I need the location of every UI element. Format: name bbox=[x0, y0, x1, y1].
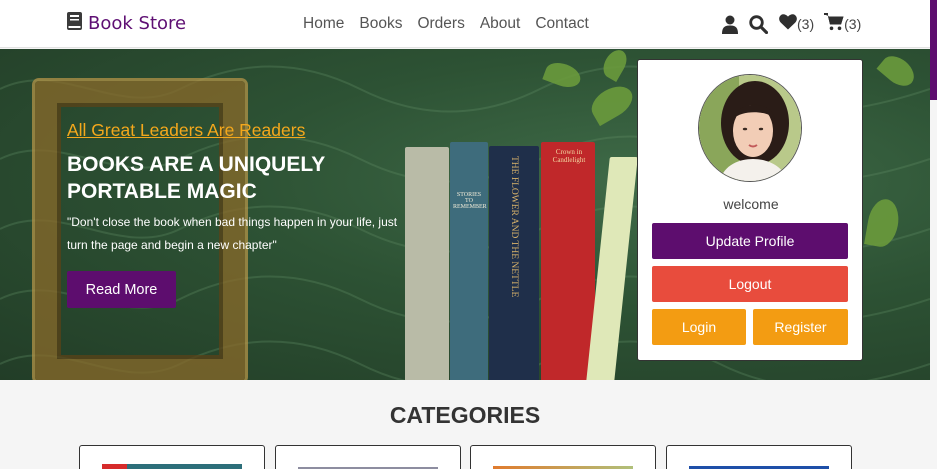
category-card[interactable] bbox=[666, 445, 852, 469]
brand-logo[interactable]: Book Store bbox=[67, 12, 186, 34]
header-actions: (3) (3) bbox=[722, 13, 861, 35]
category-image bbox=[102, 464, 242, 469]
welcome-text: welcome bbox=[723, 196, 779, 212]
nav-books[interactable]: Books bbox=[359, 15, 402, 33]
heart-icon bbox=[779, 14, 797, 34]
cart-icon bbox=[824, 13, 844, 35]
wishlist-count: (3) bbox=[797, 16, 815, 32]
nav-contact[interactable]: Contact bbox=[535, 15, 588, 33]
book-spine-title: Crown in Candlelight bbox=[552, 148, 586, 164]
read-more-button[interactable]: Read More bbox=[67, 271, 176, 308]
hero-tagline-link[interactable]: All Great Leaders Are Readers bbox=[67, 120, 305, 141]
login-button[interactable]: Login bbox=[652, 309, 746, 345]
category-card[interactable] bbox=[79, 445, 265, 469]
user-icon[interactable] bbox=[722, 15, 738, 34]
logout-button[interactable]: Logout bbox=[652, 266, 848, 302]
cart-count: (3) bbox=[844, 16, 862, 32]
book-spine-title: STORIES TO REMEMBER bbox=[453, 192, 487, 210]
wishlist-button[interactable]: (3) bbox=[779, 14, 814, 34]
register-button[interactable]: Register bbox=[753, 309, 848, 345]
search-icon[interactable] bbox=[749, 14, 768, 34]
header: Book Store Home Books Orders About Conta… bbox=[0, 0, 937, 100]
category-card[interactable] bbox=[275, 445, 461, 469]
nav-about[interactable]: About bbox=[480, 15, 521, 33]
categories-heading: CATEGORIES bbox=[389, 402, 541, 428]
hero-quote: "Don't close the book when bad things ha… bbox=[67, 215, 398, 252]
category-card[interactable] bbox=[470, 445, 656, 469]
book-icon bbox=[67, 12, 82, 34]
page-scrollbar[interactable] bbox=[930, 0, 937, 100]
user-profile-dropdown: welcome Update Profile Logout Login Regi… bbox=[637, 59, 863, 361]
update-profile-button[interactable]: Update Profile bbox=[652, 223, 848, 259]
nav-home[interactable]: Home bbox=[303, 15, 344, 33]
avatar bbox=[698, 74, 802, 182]
nav-orders[interactable]: Orders bbox=[417, 15, 464, 33]
main-nav: Home Books Orders About Contact bbox=[303, 15, 589, 33]
cart-button[interactable]: (3) bbox=[824, 13, 861, 35]
hero-title: BOOKS ARE A UNIQUELY PORTABLE MAGIC bbox=[67, 153, 325, 203]
brand-name: Book Store bbox=[88, 12, 187, 34]
book-spine-title: THE FLOWER AND THE NETTLE bbox=[509, 156, 519, 298]
